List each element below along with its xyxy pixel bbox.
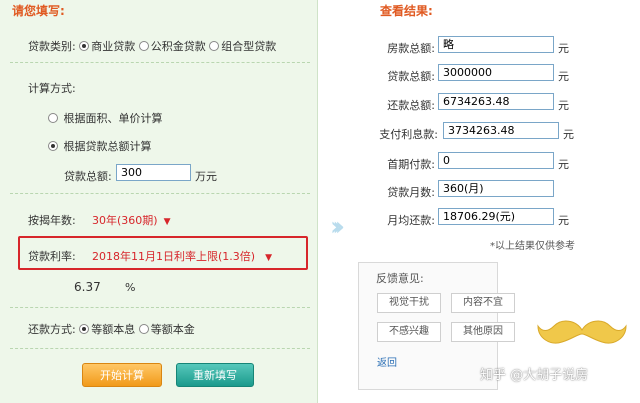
result-label-repay-total: 还款总额:: [387, 99, 435, 112]
result-label-down-payment: 首期付款:: [387, 158, 435, 171]
radio-icon[interactable]: [138, 324, 149, 334]
result-loan-total: 3000000: [438, 64, 554, 81]
feedback-other[interactable]: 其他原因: [451, 322, 515, 342]
radio-icon[interactable]: [48, 113, 58, 123]
result-unit: 元: [558, 214, 569, 227]
result-label-monthly: 月均还款:: [387, 214, 435, 227]
watermark-text: 知乎 @大胡子说房: [480, 368, 589, 383]
radio-icon[interactable]: [209, 41, 220, 51]
repay-method-row: 还款方式: 等额本息 等额本金: [28, 321, 195, 337]
repay-method-label: 还款方式:: [28, 323, 76, 336]
loan-type-fund[interactable]: 公积金贷款: [138, 40, 210, 53]
double-chevron-right-icon: ›››: [330, 212, 345, 242]
result-interest: 3734263.48: [443, 122, 559, 139]
calc-method-by-area-label: 根据面积、单价计算: [63, 112, 163, 125]
feedback-not-interested[interactable]: 不感兴趣: [377, 322, 441, 342]
divider: [10, 348, 310, 349]
result-unit: 元: [563, 128, 574, 141]
result-label-house-total: 房款总额:: [387, 42, 435, 55]
result-down-payment: 0: [438, 152, 554, 169]
divider: [10, 307, 310, 308]
feedback-visual-interference[interactable]: 视觉干扰: [377, 293, 441, 313]
rate-select-value: 2018年11月1日利率上限(1.3倍): [92, 250, 256, 263]
reset-button[interactable]: 重新填写: [176, 363, 254, 387]
loan-type-combined[interactable]: 组合型贷款: [209, 40, 276, 53]
total-loan-input[interactable]: 300: [116, 164, 191, 181]
form-title: 请您填写:: [12, 4, 65, 18]
result-unit: 元: [558, 99, 569, 112]
rate-label: 贷款利率:: [28, 250, 76, 263]
result-label-loan-total: 贷款总额:: [387, 70, 435, 83]
feedback-back-link[interactable]: 返回: [377, 354, 397, 369]
start-calc-button[interactable]: 开始计算: [82, 363, 162, 387]
loan-type-commercial[interactable]: 商业贷款: [79, 40, 139, 53]
result-unit: 元: [558, 42, 569, 55]
result-label-months: 贷款月数:: [387, 186, 435, 199]
feedback-inappropriate[interactable]: 内容不宜: [451, 293, 515, 313]
results-title: 查看结果:: [380, 4, 433, 18]
feedback-title: 反馈意见:: [376, 272, 424, 285]
result-house-total: 略: [438, 36, 554, 53]
radio-icon[interactable]: [79, 41, 90, 51]
result-months: 360(月): [438, 180, 554, 197]
rate-number[interactable]: 6.37: [74, 280, 101, 294]
years-select-value: 30年(360期): [92, 214, 158, 227]
repay-equal-installment-label: 等额本息: [91, 323, 136, 336]
loan-type-commercial-label: 商业贷款: [91, 40, 136, 53]
loan-type-combined-label: 组合型贷款: [221, 40, 277, 53]
total-loan-unit: 万元: [195, 170, 217, 183]
rate-select[interactable]: 2018年11月1日利率上限(1.3倍) ▼: [92, 248, 272, 264]
triangle-down-icon: ▼: [163, 217, 171, 227]
calc-method-label: 计算方式:: [28, 82, 76, 95]
mustache-icon: [537, 320, 627, 344]
rate-unit: %: [125, 281, 136, 294]
repay-equal-installment[interactable]: 等额本息: [79, 323, 139, 336]
years-label: 按揭年数:: [28, 214, 76, 227]
result-note: *以上结果仅供参考: [490, 241, 575, 252]
result-label-interest: 支付利息款:: [379, 128, 438, 141]
result-unit: 元: [558, 70, 569, 83]
loan-type-fund-label: 公积金贷款: [150, 40, 206, 53]
repay-equal-principal[interactable]: 等额本金: [138, 323, 195, 336]
loan-type-row: 贷款类别: 商业贷款 公积金贷款 组合型贷款: [28, 38, 276, 54]
divider: [10, 193, 310, 194]
radio-icon[interactable]: [138, 41, 149, 51]
result-monthly: 18706.29(元): [438, 208, 554, 225]
radio-icon[interactable]: [79, 324, 90, 334]
years-select[interactable]: 30年(360期) ▼: [92, 212, 171, 228]
total-loan-label: 贷款总额:: [64, 170, 112, 183]
loan-type-label: 贷款类别:: [28, 40, 76, 53]
calc-method-by-total[interactable]: 根据贷款总额计算: [48, 138, 152, 154]
result-unit: 元: [558, 158, 569, 171]
calc-method-by-area[interactable]: 根据面积、单价计算: [48, 110, 163, 126]
input-panel: 请您填写: 贷款类别: 商业贷款 公积金贷款 组合型贷款 计算方式: 根据面积、…: [0, 0, 318, 403]
divider: [10, 62, 310, 63]
calc-method-by-total-label: 根据贷款总额计算: [63, 140, 152, 153]
result-repay-total: 6734263.48: [438, 93, 554, 110]
radio-icon[interactable]: [48, 141, 58, 151]
repay-equal-principal-label: 等额本金: [150, 323, 195, 336]
triangle-down-icon: ▼: [265, 253, 272, 263]
